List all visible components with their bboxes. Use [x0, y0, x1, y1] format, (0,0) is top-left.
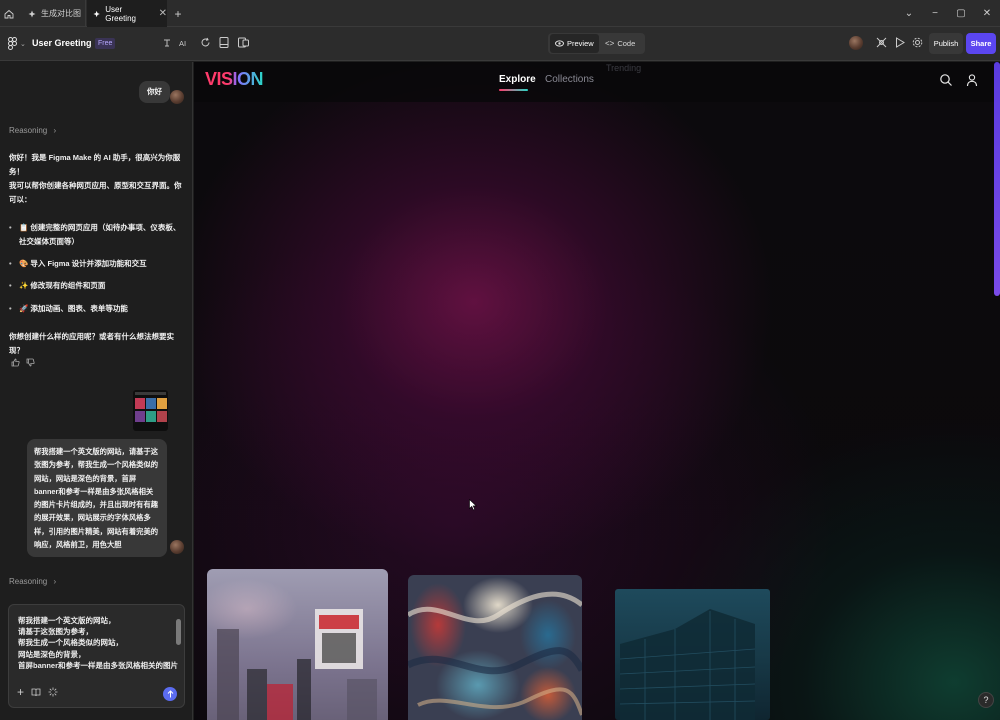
user-icon[interactable] — [965, 73, 979, 87]
chevron-right-icon: › — [53, 577, 57, 586]
hero-card-abstract[interactable] — [408, 575, 582, 720]
chat-composer[interactable]: 帮我搭建一个英文版的网站， 请基于这张图为参考， 帮我生成一个风格类似的网站， … — [8, 604, 185, 708]
capability-item: 📋 创建完整的网页应用（如待办事项、仪表板、社交媒体页面等） — [9, 221, 185, 249]
assistant-intro: 你好！我是 Figma Make 的 AI 助手，很高兴为你服务！ — [9, 153, 181, 176]
nav-explore[interactable]: Explore — [499, 74, 536, 85]
search-icon[interactable] — [939, 73, 953, 87]
close-tab-icon[interactable]: ✕ — [159, 8, 167, 19]
nav-trending[interactable]: Trending — [606, 63, 641, 73]
maximize-icon[interactable]: ▢ — [948, 0, 974, 27]
app-tab-bar: 生成对比图 User Greeting ✕ + ⌄ − ▢ ✕ — [0, 0, 1000, 27]
arrow-up-icon — [167, 690, 173, 698]
site-preview[interactable]: VISION Trending Explore Collections — [194, 62, 1000, 720]
close-window-icon[interactable]: ✕ — [974, 0, 1000, 27]
composer-scrollbar[interactable] — [176, 619, 181, 645]
main-menu-button[interactable]: ⌄ — [8, 37, 26, 50]
building-image — [619, 609, 756, 720]
editor-toolbar: ⌄ User Greeting ⌄ Free AI Preview <> Cod… — [0, 27, 1000, 61]
inspect-icon[interactable] — [876, 37, 887, 48]
project-name[interactable]: User Greeting ⌄ — [32, 38, 104, 48]
figma-make-icon — [93, 10, 100, 17]
share-button[interactable]: Share — [966, 33, 996, 54]
nav-active-indicator — [499, 89, 528, 91]
reasoning-toggle[interactable]: Reasoning › — [9, 126, 56, 135]
settings-gear-icon[interactable] — [912, 37, 923, 48]
capability-item: ✨ 修改现有的组件和页面 — [9, 279, 185, 293]
eye-icon — [555, 40, 564, 47]
street-scene-image — [217, 609, 377, 720]
thumbs-up-icon[interactable] — [11, 358, 20, 369]
help-button[interactable]: ? — [978, 692, 994, 708]
mouse-cursor-icon — [469, 499, 477, 511]
home-tab[interactable] — [0, 0, 22, 27]
refresh-icon[interactable] — [200, 37, 211, 48]
publish-button[interactable]: Publish — [929, 33, 963, 54]
chevron-down-icon: ⌄ — [20, 40, 26, 48]
code-icon: <> — [605, 39, 615, 48]
figma-make-icon — [28, 10, 36, 17]
user-avatar — [170, 540, 184, 554]
tab-user-greeting[interactable]: User Greeting ✕ — [87, 0, 167, 27]
sparkle-icon[interactable] — [48, 687, 58, 697]
plan-badge: Free — [95, 38, 116, 49]
user-avatar — [170, 90, 184, 104]
user-message-request: 帮我搭建一个英文版的网站，请基于这张图为参考，帮我生成一个风格类似的网站，网站是… — [27, 439, 167, 558]
capability-item: 🚀 添加动画、图表、表单等功能 — [9, 302, 185, 316]
site-logo[interactable]: VISION — [205, 69, 264, 90]
preview-scrollbar[interactable] — [994, 62, 1000, 296]
preview-tab[interactable]: Preview — [550, 34, 599, 53]
new-tab-button[interactable]: + — [170, 0, 186, 27]
responsive-icon[interactable] — [238, 37, 249, 48]
chevron-right-icon: › — [53, 126, 57, 135]
figma-logo-icon — [8, 37, 17, 50]
user-avatar[interactable] — [849, 36, 863, 50]
user-message-greeting: 你好 — [139, 81, 170, 103]
add-attachment-icon[interactable]: + — [17, 685, 24, 699]
abstract-art-image — [408, 591, 582, 716]
composer-toolbar: + — [17, 685, 58, 699]
tab-label: User Greeting — [105, 4, 136, 23]
minimize-icon[interactable]: − — [922, 0, 948, 27]
book-icon[interactable] — [31, 688, 41, 697]
tab-compare[interactable]: 生成对比图 — [22, 0, 86, 27]
tab-overflow-icon[interactable]: ⌄ — [896, 0, 922, 27]
hero-card-street[interactable] — [207, 569, 388, 720]
code-tab[interactable]: <> Code — [600, 34, 640, 53]
play-icon[interactable] — [895, 37, 905, 48]
composer-input[interactable]: 帮我搭建一个英文版的网站， 请基于这张图为参考， 帮我生成一个风格类似的网站， … — [18, 615, 178, 669]
layers-icon[interactable] — [162, 38, 172, 48]
assistant-capabilities: 我可以帮你创建各种网页应用、原型和交互界面。你可以： — [9, 181, 182, 204]
device-icon[interactable] — [219, 37, 229, 48]
capability-item: 🎨 导入 Figma 设计并添加功能和交互 — [9, 257, 185, 271]
reasoning-toggle[interactable]: Reasoning › — [9, 577, 56, 586]
hero-card-building[interactable] — [615, 589, 770, 720]
home-icon — [4, 9, 13, 18]
reference-image-thumbnail[interactable] — [133, 390, 168, 431]
send-button[interactable] — [163, 687, 177, 701]
ai-toggle[interactable]: AI — [179, 39, 186, 48]
thumbs-down-icon[interactable] — [26, 358, 35, 369]
tab-label: 生成对比图 — [41, 9, 81, 18]
nav-collections[interactable]: Collections — [545, 74, 594, 85]
preview-code-toggle: Preview <> Code — [548, 33, 645, 54]
assistant-question: 你想创建什么样的应用呢？或者有什么想法想要实现？ — [9, 332, 174, 355]
site-navbar: VISION Trending Explore Collections — [194, 62, 1000, 102]
